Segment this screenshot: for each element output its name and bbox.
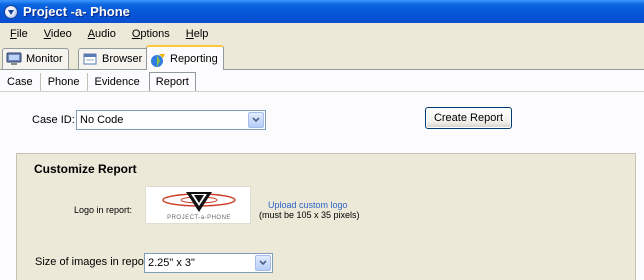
logo-preview: PROJECT-a-PHONE	[145, 186, 251, 224]
tab-reporting[interactable]: Reporting	[146, 45, 224, 70]
logo-graphic	[162, 192, 236, 212]
menu-help[interactable]: Help	[178, 28, 217, 40]
tab-monitor-label: Monitor	[26, 53, 63, 65]
upload-custom-logo-link[interactable]: Upload custom logo	[268, 200, 348, 210]
window-title: Project -a- Phone	[23, 4, 130, 19]
monitor-icon	[6, 52, 22, 66]
logo-size-note: (must be 105 x 35 pixels)	[259, 210, 360, 220]
menu-audio[interactable]: Audio	[80, 28, 124, 40]
customize-report-panel: Customize Report Logo in report: PROJECT…	[16, 153, 636, 280]
subtab-report[interactable]: Report	[148, 72, 196, 91]
main-tab-strip: Monitor Browser Reporting	[0, 45, 644, 70]
subtab-divider	[0, 91, 644, 92]
create-report-button[interactable]: Create Report	[425, 107, 512, 129]
app-icon[interactable]	[4, 4, 18, 19]
logo-text: PROJECT-a-PHONE	[167, 215, 231, 221]
tab-browser-label: Browser	[102, 53, 143, 65]
logo-label: Logo in report:	[74, 205, 133, 215]
subtab-evidence[interactable]: Evidence	[88, 73, 147, 91]
title-bar: Project -a- Phone	[0, 0, 644, 23]
case-id-value: No Code	[80, 114, 124, 126]
menu-file[interactable]: File	[2, 28, 36, 40]
subtab-phone[interactable]: Phone	[41, 73, 88, 91]
report-icon	[150, 52, 166, 67]
reporting-content: Case Phone Evidence Report Case ID: No C…	[0, 70, 644, 280]
tab-reporting-label: Reporting	[170, 52, 218, 65]
tab-monitor[interactable]: Monitor	[2, 48, 69, 69]
case-id-label: Case ID:	[32, 114, 75, 126]
menu-options[interactable]: Options	[124, 28, 178, 40]
subtab-case[interactable]: Case	[0, 73, 41, 91]
chevron-down-icon[interactable]	[255, 255, 271, 271]
chevron-down-icon[interactable]	[248, 112, 264, 128]
menu-bar: File Video Audio Options Help	[0, 23, 644, 45]
menu-video[interactable]: Video	[36, 28, 80, 40]
customize-report-title: Customize Report	[34, 162, 137, 176]
image-size-dropdown[interactable]: 2.25" x 3"	[144, 253, 273, 273]
sub-tab-strip: Case Phone Evidence Report	[0, 70, 644, 91]
image-size-value: 2.25" x 3"	[148, 257, 195, 269]
folder-icon	[82, 52, 98, 66]
tab-browser[interactable]: Browser	[78, 48, 149, 69]
case-id-dropdown[interactable]: No Code	[76, 110, 266, 130]
image-size-label: Size of images in report:	[35, 256, 154, 268]
